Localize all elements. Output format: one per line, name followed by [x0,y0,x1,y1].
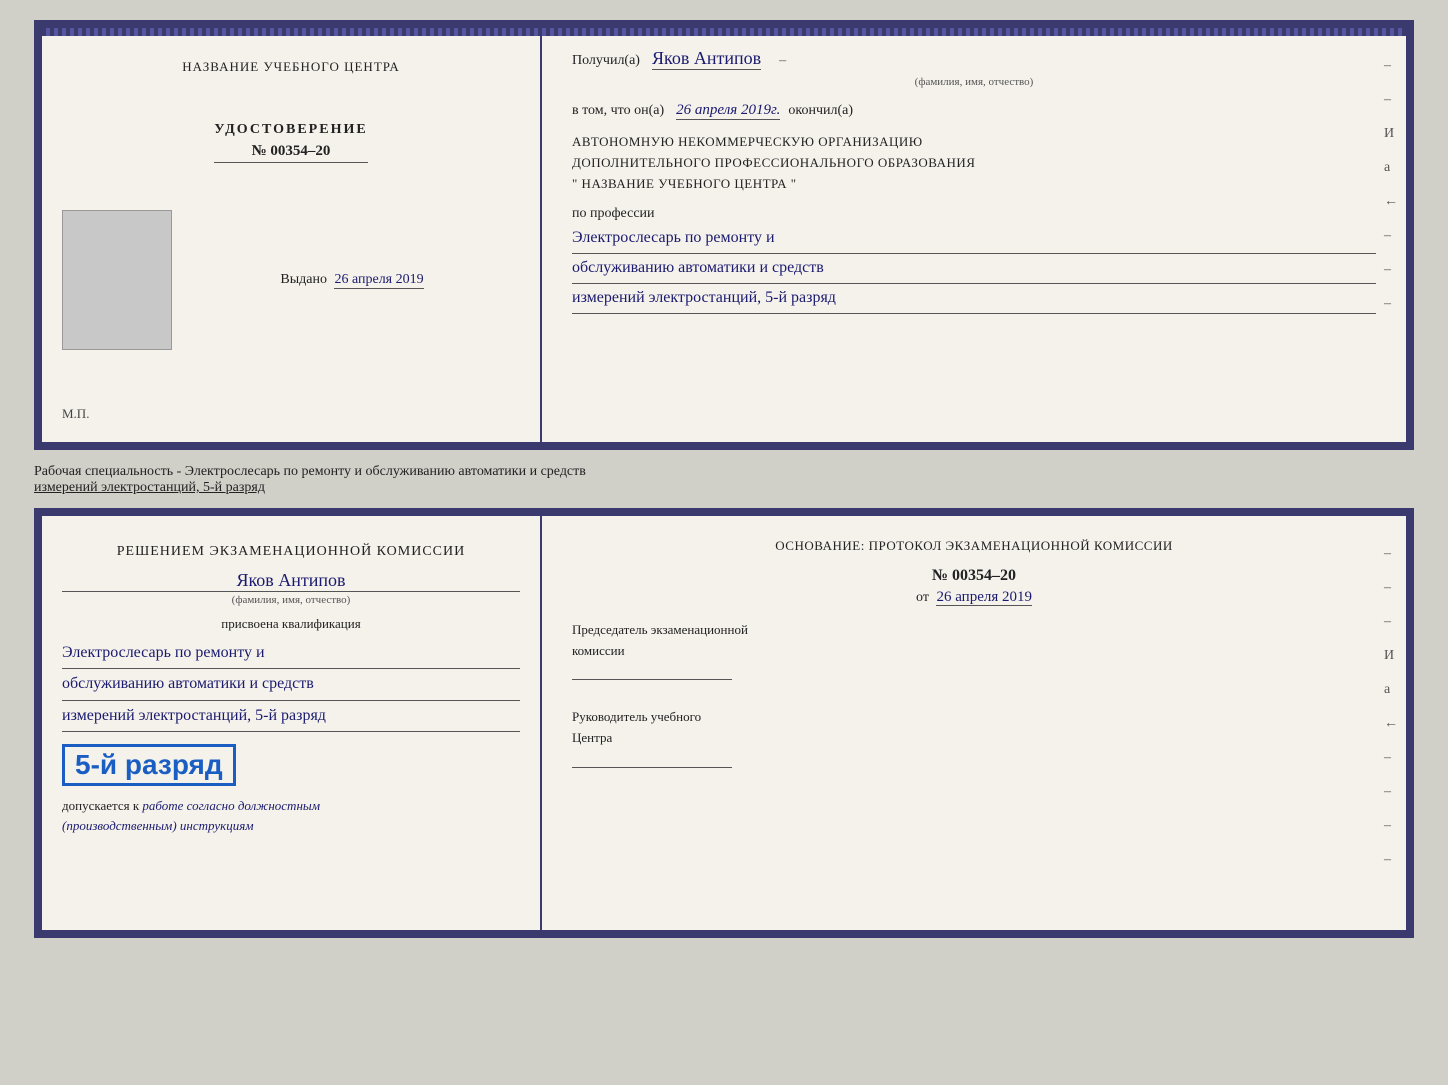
rukovoditel-block: Руководитель учебного Центра [572,707,1376,774]
vtom-field: в том, что он(а) 26 апреля 2019г. окончи… [572,102,1376,120]
vtom-label: в том, что он(а) [572,103,664,119]
vydano-label: Выдано [280,272,327,287]
profession-block: по профессии Электрослесарь по ремонту и… [572,206,1376,313]
bottom-right-panel: Основание: протокол экзаменационной коми… [542,516,1406,930]
org-block: АВТОНОМНУЮ НЕКОММЕРЧЕСКУЮ ОРГАНИЗАЦИЮ ДО… [572,132,1376,194]
side-dashes-top: – – И а ← – – – [1384,58,1398,312]
ot-date-block: от 26 апреля 2019 [572,589,1376,606]
predsedatel-line1: Председатель экзаменационной [572,620,1376,641]
org-line1: АВТОНОМНУЮ НЕКОММЕРЧЕСКУЮ ОРГАНИЗАЦИЮ [572,132,1376,153]
kval-line3: измерений электростанций, 5-й разряд [62,701,520,732]
proto-number: № 00354–20 [572,567,1376,585]
prof-line1: Электрослесарь по ремонту и [572,224,1376,254]
cert-block: УДОСТОВЕРЕНИЕ № 00354–20 [214,122,367,163]
poluchil-label: Получил(а) [572,53,640,69]
instruktsiyam-text: (производственным) инструкциям [62,818,254,833]
org-line2: ДОПОЛНИТЕЛЬНОГО ПРОФЕССИОНАЛЬНОГО ОБРАЗО… [572,153,1376,174]
bottom-document: Решением экзаменационной комиссии Яков А… [34,508,1414,938]
top-left-panel: НАЗВАНИЕ УЧЕБНОГО ЦЕНТРА УДОСТОВЕРЕНИЕ №… [42,28,542,442]
po-professii-label: по профессии [572,206,1376,222]
bottom-fio: Яков Антипов [62,570,520,592]
side-dashes-bottom: – – – И а ← – – – – [1384,546,1398,868]
prof-line2: обслуживанию автоматики и средств [572,254,1376,284]
okonchil-label: окончил(а) [788,103,853,119]
predsedatel-block: Председатель экзаменационной комиссии [572,620,1376,687]
middle-line1: Рабочая специальность - Электрослесарь п… [34,464,1414,480]
fio-sub-top: (фамилия, имя, отчество) [572,76,1376,88]
top-document: НАЗВАНИЕ УЧЕБНОГО ЦЕНТРА УДОСТОВЕРЕНИЕ №… [34,20,1414,450]
dopuskaetsya-hand: работе согласно должностным [142,798,320,813]
rukovoditel-signature-line [572,767,732,768]
middle-line2: измерений электростанций, 5-й разряд [34,480,1414,496]
kval-line1: Электрослесарь по ремонту и [62,638,520,669]
predsedatel-line2: комиссии [572,641,1376,662]
poluchil-field: Получил(а) Яков Антипов – [572,48,1376,70]
vydano-block: Выдано 26 апреля 2019 [280,272,423,288]
dopuskaetsya-label: допускается к [62,798,139,813]
osnovanie-block: Основание: протокол экзаменационной коми… [572,536,1376,557]
top-right-panel: Получил(а) Яков Антипов – (фамилия, имя,… [542,28,1406,442]
bottom-left-panel: Решением экзаменационной комиссии Яков А… [42,516,542,930]
kval-line2: обслуживанию автоматики и средств [62,669,520,700]
photo-placeholder [62,210,172,350]
bottom-fio-sub: (фамилия, имя, отчество) [62,594,520,606]
komissia-title: Решением экзаменационной комиссии [62,541,520,562]
predsedatel-signature-line [572,679,732,680]
vydano-date: 26 апреля 2019 [334,272,423,289]
school-name-top: НАЗВАНИЕ УЧЕБНОГО ЦЕНТРА [182,58,399,76]
prisvoena-text: присвоена квалификация [62,616,520,632]
cert-date: 26 апреля 2019г. [676,102,780,120]
middle-text-block: Рабочая специальность - Электрослесарь п… [34,458,1414,500]
cert-number: № 00354–20 [214,143,367,163]
razryad-badge: 5-й разряд [62,744,236,786]
recipient-fio: Яков Антипов [652,48,761,70]
ot-date-value: 26 апреля 2019 [936,589,1032,606]
rukovoditel-line1: Руководитель учебного [572,707,1376,728]
mp-label: М.П. [62,406,89,422]
prof-line3: измерений электростанций, 5-й разряд [572,284,1376,314]
org-line3: " НАЗВАНИЕ УЧЕБНОГО ЦЕНТРА " [572,174,1376,195]
ot-label: от [916,590,929,605]
cert-title: УДОСТОВЕРЕНИЕ [214,122,367,138]
dopuskaetsya-block: допускается к работе согласно должностны… [62,796,520,835]
rukovoditel-line2: Центра [572,728,1376,749]
